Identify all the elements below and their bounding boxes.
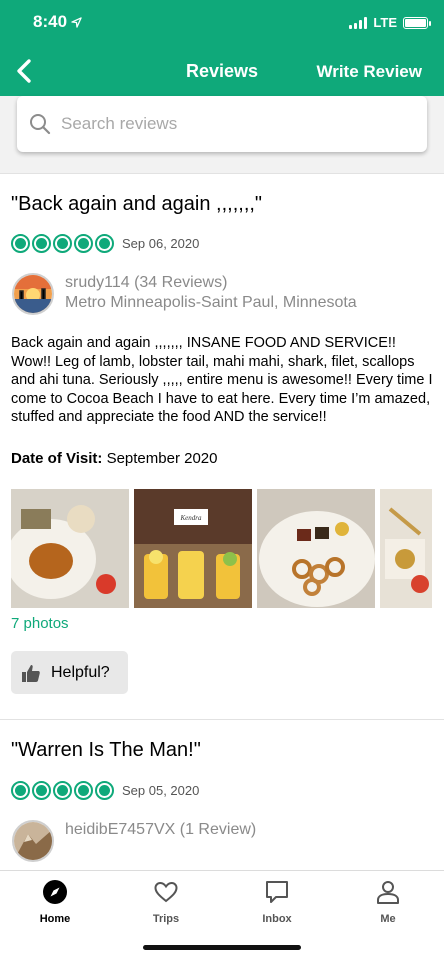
signal-icon (349, 16, 368, 29)
visit-value: September 2020 (106, 450, 218, 467)
review-photo[interactable] (380, 489, 432, 608)
photos-link[interactable]: 7 photos (11, 615, 69, 632)
person-icon (377, 881, 399, 904)
calamari-image (257, 489, 375, 608)
rating-bubble-icon (53, 781, 72, 800)
search-icon (30, 114, 51, 135)
tab-label: Home (39, 913, 71, 925)
search-area (0, 96, 444, 174)
search-box[interactable] (17, 96, 427, 152)
network-label: LTE (373, 15, 397, 30)
status-time-text: 8:40 (33, 12, 68, 31)
rating-bubble-icon (32, 234, 51, 253)
tab-me[interactable]: Me (348, 879, 428, 925)
location-arrow-icon (71, 16, 82, 28)
reviewer-name[interactable]: srudy114 (34 Reviews) (65, 274, 227, 292)
battery-icon (403, 16, 431, 29)
photo-strip: Kendra (11, 489, 432, 608)
rating-bubble-icon (74, 781, 93, 800)
review-date: Sep 05, 2020 (122, 783, 200, 798)
avatar[interactable] (12, 820, 54, 862)
review-photo[interactable]: Kendra (134, 489, 252, 608)
chat-icon (266, 881, 288, 903)
rating-bubble-icon (32, 781, 51, 800)
tab-label: Me (380, 913, 396, 925)
rating-bubble-icon (95, 234, 114, 253)
helpful-label: Helpful? (51, 663, 110, 681)
rating-bubble-icon (95, 781, 114, 800)
review-photo[interactable] (257, 489, 375, 608)
dish-image (380, 489, 432, 608)
table-sign-text: Kendra (180, 514, 203, 522)
date-of-visit: Date of Visit: September 2020 (11, 450, 218, 467)
top-bar: 8:40 LTE Reviews Write Review (0, 0, 444, 96)
tab-home[interactable]: Home (15, 879, 95, 925)
compass-icon (43, 880, 67, 904)
tab-label: Inbox (262, 913, 292, 925)
drinks-image: Kendra (134, 489, 252, 608)
helpful-button[interactable]: Helpful? (11, 651, 128, 694)
rating-bubble-icon (11, 781, 30, 800)
status-time: 8:40 (33, 12, 82, 32)
avatar-mountain-image (14, 822, 52, 860)
rating-bubble-icon (11, 234, 30, 253)
review-title[interactable]: "Warren Is The Man!" (11, 739, 201, 762)
reviewer-name[interactable]: heidibE7457VX (1 Review) (65, 821, 256, 839)
home-indicator[interactable] (143, 945, 301, 950)
tab-label: Trips (152, 913, 180, 925)
search-input[interactable] (61, 114, 391, 134)
rating-bubbles: Sep 06, 2020 (11, 234, 199, 253)
reviewer-location: Metro Minneapolis-Saint Paul, Minnesota (65, 294, 357, 311)
visit-label: Date of Visit: (11, 450, 103, 467)
avatar[interactable] (12, 273, 54, 315)
review-date: Sep 06, 2020 (122, 236, 200, 251)
avatar-sunset-image (14, 275, 52, 313)
status-indicators: LTE (349, 15, 431, 30)
rating-bubble-icon (74, 234, 93, 253)
review-title[interactable]: "Back again and again ,,,,,,," (11, 193, 262, 216)
rating-bubbles: Sep 05, 2020 (11, 781, 199, 800)
review-photo[interactable] (11, 489, 129, 608)
write-review-button[interactable]: Write Review (316, 62, 422, 82)
rating-bubble-icon (53, 234, 72, 253)
food-plate-image (11, 489, 129, 608)
review-text: Back again and again ,,,,,,, INSANE FOOD… (11, 335, 433, 425)
tab-inbox[interactable]: Inbox (237, 879, 317, 925)
heart-icon (154, 881, 178, 903)
divider (0, 719, 444, 720)
tab-trips[interactable]: Trips (126, 879, 206, 925)
thumbs-up-icon (22, 664, 40, 682)
